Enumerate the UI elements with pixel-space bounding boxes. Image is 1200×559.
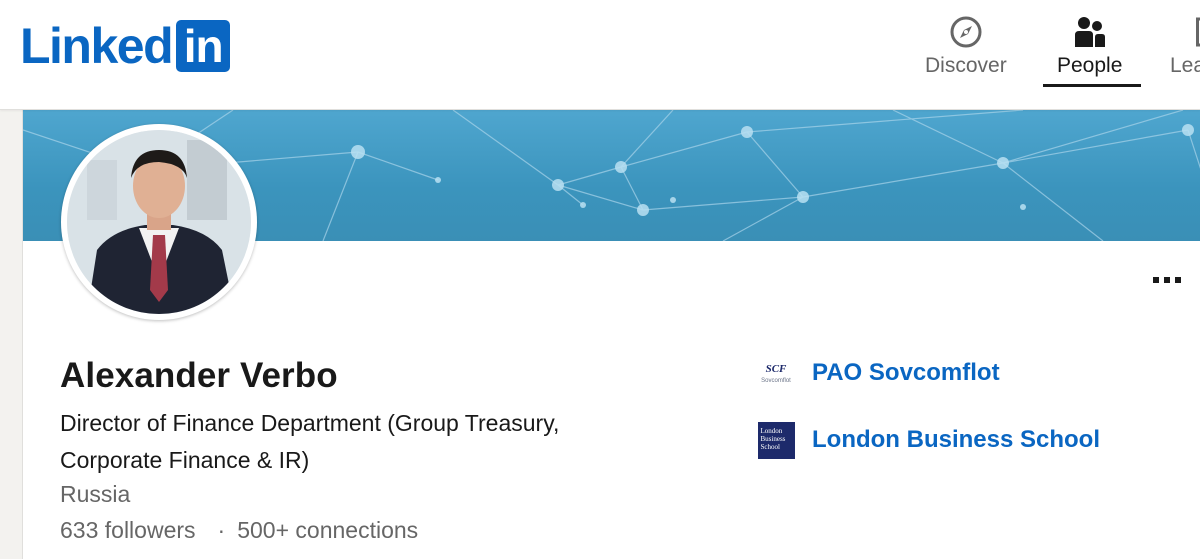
profile-photo[interactable] xyxy=(61,124,257,320)
people-icon xyxy=(1072,14,1108,50)
org-name-sovcomflot: PAO Sovcomflot xyxy=(812,359,1000,386)
connections-count[interactable]: 500+ connections xyxy=(237,517,418,544)
scf-logo: SCF Sovcomflot xyxy=(756,354,796,392)
compass-icon xyxy=(948,14,984,50)
learning-icon xyxy=(1170,14,1200,50)
profile-headline: Director of Finance Department (Group Tr… xyxy=(60,410,560,473)
top-navigation: Linked in Discover People Lea xyxy=(0,0,1200,110)
logo-wordmark: Linked xyxy=(20,18,174,74)
profile-location: Russia xyxy=(60,481,131,507)
svg-text:SCF: SCF xyxy=(766,363,787,375)
profile-photo-image xyxy=(67,130,251,314)
lbs-logo-text: London Business School xyxy=(757,421,795,459)
active-tab-indicator xyxy=(1043,84,1141,87)
profile-card: Alexander Verbo Director of Finance Depa… xyxy=(22,110,1200,559)
logo-in-box: in xyxy=(176,20,231,72)
profile-name: Alexander Verbo xyxy=(60,356,338,395)
linkedin-logo[interactable]: Linked in xyxy=(20,18,231,74)
nav-item-people[interactable]: People xyxy=(1057,14,1122,88)
more-actions-button[interactable] xyxy=(1153,268,1193,292)
more-dot xyxy=(1175,277,1181,283)
more-dot xyxy=(1153,277,1159,283)
followers-count[interactable]: 633 followers xyxy=(60,517,196,544)
nav-item-learning[interactable]: Lea xyxy=(1170,14,1200,88)
more-dot xyxy=(1164,277,1170,283)
stats-separator: · xyxy=(217,517,226,543)
nav-item-discover[interactable]: Discover xyxy=(925,14,1007,88)
svg-text:Sovcomflot: Sovcomflot xyxy=(761,378,791,384)
org-london-business-school[interactable]: London Business School London Business S… xyxy=(756,421,1100,459)
org-name-london-business-school: London Business School xyxy=(812,426,1101,453)
nav-label-people: People xyxy=(1057,54,1123,77)
org-sovcomflot[interactable]: SCF Sovcomflot PAO Sovcomflot xyxy=(756,354,1000,392)
profile-stats: 633 followers · 500+ connections xyxy=(60,517,418,544)
nav-label-discover: Discover xyxy=(925,54,1007,77)
lbs-logo: London Business School xyxy=(756,421,796,459)
nav-label-learning: Lea xyxy=(1170,54,1200,77)
